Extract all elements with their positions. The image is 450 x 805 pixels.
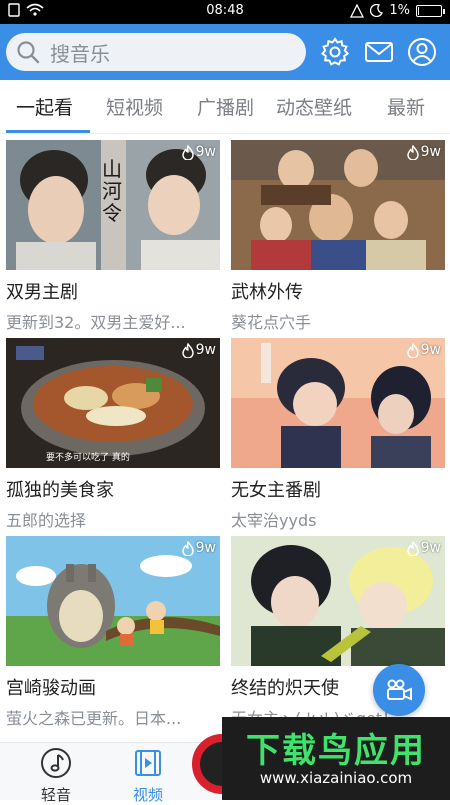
search-placeholder: 搜音乐 [50, 41, 110, 66]
view-count: 9w [181, 144, 216, 160]
video-card[interactable]: 9w 无女主番剧 太宰治yyds [231, 338, 445, 531]
header: 搜音乐 [0, 24, 450, 80]
view-count: 9w [406, 144, 441, 160]
card-title[interactable]: 武林外传 [231, 278, 445, 304]
battery-fill [418, 6, 419, 15]
battery-percent: 1% [389, 3, 410, 18]
watermark-url: www.xiazainiao.com [259, 769, 413, 787]
nav-item-light-music[interactable]: 轻音 [26, 747, 86, 805]
tab-latest[interactable]: 最新 [387, 93, 425, 120]
flame-icon [181, 144, 194, 160]
search-icon [17, 41, 40, 64]
video-card[interactable]: 9w 武林外传 葵花点穴手 [231, 140, 445, 333]
profile-icon[interactable] [406, 36, 438, 68]
card-title[interactable]: 孤独的美食家 [6, 476, 220, 502]
view-count-text: 9w [420, 540, 441, 556]
video-card[interactable]: 要不多可以吃了 真的 9w 孤独的美食家 五郎的选择 [6, 338, 220, 531]
flame-icon [406, 144, 419, 160]
watermark: 下载鸟应用 www.xiazainiao.com [222, 717, 450, 800]
tab-short-video[interactable]: 短视频 [106, 93, 163, 120]
video-thumbnail[interactable]: 9w [231, 140, 445, 270]
video-thumbnail[interactable]: 山河令 9w [6, 140, 220, 270]
view-count: 9w [181, 342, 216, 358]
tab-underline [6, 130, 90, 133]
view-count-text: 9w [195, 540, 216, 556]
flame-icon [181, 540, 194, 556]
card-title[interactable]: 双男主剧 [6, 278, 220, 304]
flame-icon [181, 342, 194, 358]
video-thumbnail[interactable]: 9w [231, 536, 445, 666]
flame-icon [406, 342, 419, 358]
view-count: 9w [406, 342, 441, 358]
watermark-brand: 下载鸟应用 [246, 731, 426, 771]
music-note-icon [41, 748, 71, 778]
video-camera-icon [387, 679, 412, 701]
film-icon [135, 750, 161, 776]
nav-label: 轻音 [40, 786, 71, 804]
card-title[interactable]: 无女主番剧 [231, 476, 445, 502]
status-right: 1% [350, 3, 445, 18]
tab-radio-drama[interactable]: 广播剧 [197, 93, 254, 120]
thumbnail-caption: 要不多可以吃了 真的 [46, 453, 130, 463]
record-video-button[interactable] [373, 664, 425, 716]
card-subtitle: 更新到32。双男主爱好... [6, 313, 186, 332]
view-count: 9w [406, 540, 441, 556]
nav-label: 视频 [132, 786, 163, 804]
video-thumbnail[interactable]: 9w [231, 338, 445, 468]
view-count-text: 9w [420, 144, 441, 160]
card-subtitle: 太宰治yyds [231, 511, 317, 530]
video-card[interactable]: 9w 宫崎骏动画 萤火之森已更新。日本... [6, 536, 220, 729]
battery-icon [416, 4, 445, 17]
card-title[interactable]: 宫崎骏动画 [6, 674, 220, 700]
tab-live-wallpaper[interactable]: 动态壁纸 [276, 93, 352, 120]
card-subtitle: 葵花点穴手 [231, 313, 312, 332]
alert-icon [350, 3, 365, 18]
search-input[interactable]: 搜音乐 [6, 33, 306, 71]
card-subtitle: 五郎的选择 [6, 511, 87, 530]
moon-icon [370, 4, 384, 17]
video-thumbnail[interactable]: 要不多可以吃了 真的 9w [6, 338, 220, 468]
thumbnail-caption: 山河令 [102, 157, 122, 225]
mail-icon[interactable] [363, 36, 395, 68]
nav-item-video[interactable]: 视频 [118, 747, 178, 805]
view-count-text: 9w [195, 144, 216, 160]
card-subtitle: 萤火之森已更新。日本... [6, 709, 182, 728]
flame-icon [406, 540, 419, 556]
tab-watch-together[interactable]: 一起看 [16, 93, 73, 120]
status-bar: 08:48 1% [0, 0, 450, 24]
video-thumbnail[interactable]: 9w [6, 536, 220, 666]
video-card[interactable]: 山河令 9w 双男主剧 更新到32。双男主爱好... [6, 140, 220, 333]
gear-icon[interactable] [319, 36, 351, 68]
category-tabs: 一起看 短视频 广播剧 动态壁纸 最新 [0, 80, 450, 134]
view-count-text: 9w [195, 342, 216, 358]
view-count-text: 9w [420, 342, 441, 358]
view-count: 9w [181, 540, 216, 556]
